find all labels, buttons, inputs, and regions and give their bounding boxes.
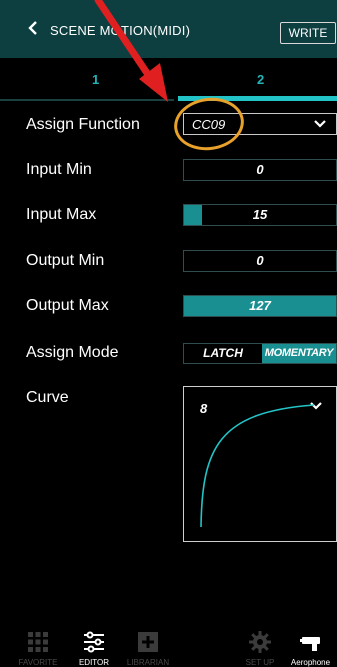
nav-librarian-label: LIBRARIAN	[126, 658, 170, 667]
bottom-nav: FAVORITE EDITOR LIBRARIAN SET UP Aeropho…	[0, 618, 337, 667]
curve-graph	[200, 404, 315, 528]
annotation-arrow	[94, 0, 168, 102]
nav-favorite-label: FAVORITE	[18, 658, 58, 667]
grid-icon	[28, 632, 48, 652]
input-max-label: Input Max	[26, 206, 97, 223]
nav-aerophone-label: Aerophone	[290, 658, 331, 667]
output-max-label: Output Max	[26, 297, 109, 314]
output-max-slider[interactable]: 127	[183, 295, 337, 317]
nav-editor[interactable]: EDITOR	[64, 618, 124, 667]
input-max-slider[interactable]: 15	[183, 204, 337, 226]
nav-favorite[interactable]: FAVORITE	[8, 618, 68, 667]
assign-mode-toggle: LATCH MOMENTARY	[183, 343, 337, 364]
input-min-slider[interactable]: 0	[183, 159, 337, 181]
device-icon	[300, 637, 320, 651]
output-min-value: 0	[256, 253, 264, 268]
nav-setup[interactable]: SET UP	[230, 618, 290, 667]
nav-aerophone[interactable]: Aerophone	[284, 618, 337, 667]
gear-icon	[249, 631, 271, 653]
assign-mode-label: Assign Mode	[26, 344, 119, 361]
curve-selector[interactable]: 8	[183, 386, 337, 542]
assign-mode-momentary-option[interactable]: MOMENTARY	[262, 344, 336, 363]
output-min-label: Output Min	[26, 252, 105, 269]
nav-librarian[interactable]: LIBRARIAN	[118, 618, 178, 667]
nav-setup-label: SET UP	[245, 658, 275, 667]
assign-mode-latch-option[interactable]: LATCH	[184, 344, 262, 363]
output-min-slider[interactable]: 0	[183, 250, 337, 272]
sliders-icon	[84, 631, 104, 653]
input-min-label: Input Min	[26, 161, 92, 178]
input-max-value: 15	[252, 207, 268, 222]
output-max-value: 127	[249, 298, 271, 313]
nav-editor-label: EDITOR	[78, 658, 110, 667]
input-min-value: 0	[256, 162, 264, 177]
plus-square-icon	[138, 632, 158, 652]
curve-label: Curve	[26, 389, 69, 406]
